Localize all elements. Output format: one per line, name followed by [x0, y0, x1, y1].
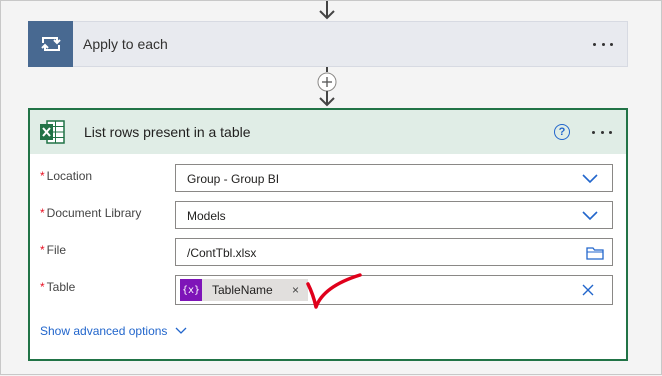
- document-library-label: * Document Library: [40, 206, 142, 220]
- flow-canvas: Apply to each List rows present in a tab…: [1, 1, 662, 376]
- more-dot: [609, 130, 612, 134]
- connector-arrow-icon: [319, 1, 335, 20]
- more-dot: [593, 42, 596, 46]
- required-asterisk: *: [40, 280, 45, 294]
- chevron-down-icon: [175, 327, 187, 334]
- chevron-down-icon[interactable]: [582, 211, 598, 221]
- chevron-down-icon[interactable]: [582, 174, 598, 184]
- required-asterisk: *: [40, 169, 45, 183]
- document-library-value: Models: [187, 209, 226, 223]
- file-field[interactable]: /ContTbl.xlsx: [175, 238, 613, 266]
- list-rows-more-options-button[interactable]: [592, 128, 612, 136]
- dynamic-content-token[interactable]: {x} TableName ×: [180, 279, 308, 301]
- token-label: TableName: [212, 283, 273, 297]
- folder-icon[interactable]: [586, 246, 604, 260]
- clear-icon[interactable]: [582, 284, 594, 296]
- advanced-options-label: Show advanced options: [40, 324, 168, 338]
- table-label: * Table: [40, 280, 76, 294]
- red-checkmark-annotation: [306, 273, 362, 309]
- list-rows-title: List rows present in a table: [84, 124, 251, 140]
- apply-more-options-button[interactable]: [593, 40, 613, 48]
- apply-to-each-title: Apply to each: [83, 36, 168, 52]
- table-field[interactable]: {x} TableName ×: [175, 275, 613, 305]
- location-label: * Location: [40, 169, 93, 183]
- required-asterisk: *: [40, 206, 45, 220]
- file-value: /ContTbl.xlsx: [187, 246, 257, 260]
- add-step-connector[interactable]: [314, 67, 340, 109]
- list-rows-card: List rows present in a table ? * Location…: [28, 108, 628, 361]
- file-label: * File: [40, 243, 67, 257]
- list-rows-header[interactable]: List rows present in a table ?: [30, 110, 626, 154]
- show-advanced-options-link[interactable]: Show advanced options: [40, 324, 187, 338]
- more-dot: [600, 130, 604, 134]
- required-asterisk: *: [40, 243, 45, 257]
- excel-icon: [30, 110, 74, 154]
- more-dot: [610, 42, 613, 46]
- document-library-dropdown[interactable]: Models: [175, 201, 613, 229]
- location-row: * Location Group - Group BI: [40, 164, 615, 192]
- location-dropdown[interactable]: Group - Group BI: [175, 164, 613, 192]
- variable-icon: {x}: [180, 279, 202, 301]
- loop-icon: [28, 21, 73, 67]
- location-value: Group - Group BI: [187, 172, 280, 186]
- apply-to-each-card[interactable]: Apply to each: [28, 21, 628, 67]
- token-remove-button[interactable]: ×: [292, 283, 299, 297]
- more-dot: [592, 130, 595, 134]
- help-icon[interactable]: ?: [554, 124, 570, 140]
- file-row: * File /ContTbl.xlsx: [40, 238, 615, 266]
- document-library-row: * Document Library Models: [40, 201, 615, 229]
- more-dot: [601, 42, 605, 46]
